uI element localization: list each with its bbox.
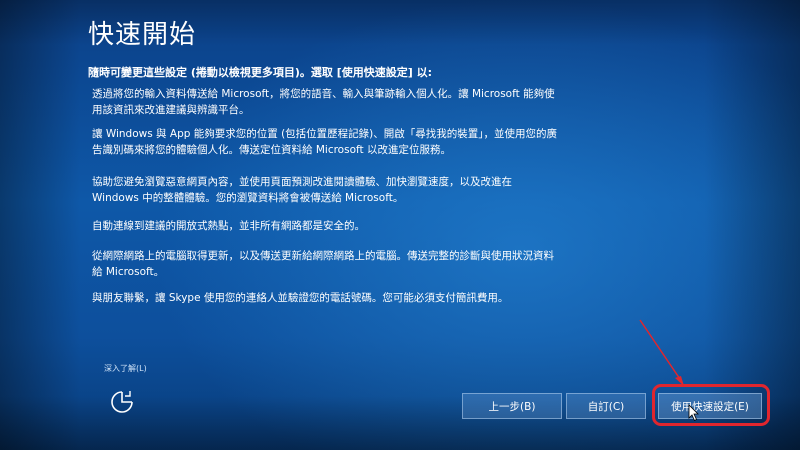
setting-item-input-personalization: 透過將您的輸入資料傳送給 Microsoft，將您的語音、輸入與筆跡輸入個人化。… xyxy=(92,86,612,118)
setting-item-hotspots: 自動連線到建議的開放式熱點，並非所有網路都是安全的。 xyxy=(92,218,612,234)
learn-more-link[interactable]: 深入了解(L) xyxy=(104,363,147,374)
ease-of-access-icon[interactable] xyxy=(108,388,136,416)
back-button[interactable]: 上一步(B) xyxy=(462,393,562,419)
setting-text: 用該資訊來改進建議與辨識平台。 xyxy=(92,104,250,116)
mouse-cursor-icon xyxy=(688,404,699,422)
setting-item-location: 讓 Windows 與 App 能夠要求您的位置 (包括位置歷程記錄)、開啟「尋… xyxy=(92,126,612,158)
setting-text: Windows 中的整體體驗。您的瀏覽資料將會被傳送給 Microsoft。 xyxy=(92,192,404,204)
setting-text: 讓 Windows 與 App 能夠要求您的位置 (包括位置歷程記錄)、開啟「尋… xyxy=(92,128,558,140)
setting-text: 協助您避免瀏覽惡意網頁內容，並使用頁面預測改進閱讀體驗、加快瀏覽速度，以及改進在 xyxy=(92,176,512,188)
setting-item-browser-protection: 協助您避免瀏覽惡意網頁內容，並使用頁面預測改進閱讀體驗、加快瀏覽速度，以及改進在… xyxy=(92,174,612,206)
customize-button[interactable]: 自訂(C) xyxy=(566,393,646,419)
page-title: 快速開始 xyxy=(88,20,197,50)
setting-item-updates-diagnostics: 從網際網路上的電腦取得更新，以及傳送更新給網際網路上的電腦。傳送完整的診斷與使用… xyxy=(92,248,612,280)
setting-text: 給 Microsoft。 xyxy=(92,266,165,278)
setting-text: 自動連線到建議的開放式熱點，並非所有網路都是安全的。 xyxy=(92,220,365,232)
setting-item-skype: 與朋友聯繫，讓 Skype 使用您的連絡人並驗證您的電話號碼。您可能必須支付簡訊… xyxy=(92,290,612,306)
setting-text: 告識別碼來將您的體驗個人化。傳送定位資料給 Microsoft 以改進定位服務。 xyxy=(92,144,451,156)
setting-text: 從網際網路上的電腦取得更新，以及傳送更新給網際網路上的電腦。傳送完整的診斷與使用… xyxy=(92,250,554,262)
setting-text: 透過將您的輸入資料傳送給 Microsoft，將您的語音、輸入與筆跡輸入個人化。… xyxy=(92,88,555,100)
intro-text: 隨時可變更這些設定 (捲動以檢視更多項目)。選取 [使用快速設定] 以: xyxy=(88,66,432,79)
use-express-settings-button[interactable]: 使用快速設定(E) xyxy=(658,393,762,419)
setting-text: 與朋友聯繫，讓 Skype 使用您的連絡人並驗證您的電話號碼。您可能必須支付簡訊… xyxy=(92,292,509,304)
